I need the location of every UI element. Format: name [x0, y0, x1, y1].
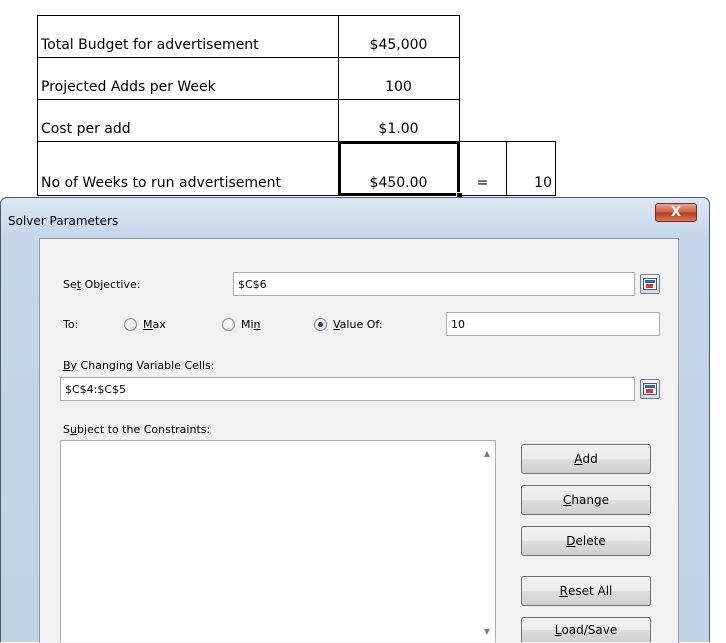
cell-text: No of Weeks to run advertisement — [41, 175, 282, 191]
cell-label-budget[interactable]: Total Budget for advertisement — [37, 15, 339, 58]
set-objective-input[interactable]: $C$6 — [233, 272, 635, 296]
to-label: To: — [63, 318, 79, 331]
close-icon: X — [670, 205, 682, 220]
range-select-icon — [643, 278, 657, 290]
radio-max[interactable]: Max — [124, 318, 166, 331]
cell-text: Total Budget for advertisement — [41, 37, 259, 53]
close-button[interactable]: X — [655, 203, 697, 222]
delete-button[interactable]: Delete — [521, 526, 651, 556]
cell-text: = — [476, 175, 489, 191]
cell-text: Projected Adds per Week — [41, 79, 216, 95]
constraints-listbox[interactable]: ▲ ▼ — [60, 440, 496, 642]
spreadsheet: Total Budget for advertisement $45,000 P… — [0, 0, 726, 200]
cell-value-weeks-selected[interactable]: $450.00 — [338, 141, 460, 196]
dialog-titlebar[interactable]: Solver Parameters X — [1, 198, 709, 236]
cell-equals[interactable]: = — [459, 141, 507, 196]
cell-label-weeks[interactable]: No of Weeks to run advertisement — [37, 141, 339, 196]
cell-value-adds[interactable]: 100 — [338, 57, 460, 100]
radio-value-of-label: Value Of: — [333, 318, 383, 331]
value-of-input[interactable]: 10 — [446, 312, 660, 336]
cell-text: Cost per add — [41, 121, 131, 137]
changing-cells-input[interactable]: $C$4:$C$5 — [60, 377, 635, 401]
reset-all-button[interactable]: Reset All — [521, 576, 651, 606]
cell-result[interactable]: 10 — [506, 141, 556, 196]
load-save-button[interactable]: Load/Save — [521, 617, 651, 642]
cell-text: $1.00 — [378, 121, 419, 137]
collapse-dialog-objective-button[interactable] — [640, 274, 660, 294]
cell-value-cost[interactable]: $1.00 — [338, 99, 460, 142]
input-value: $C$6 — [238, 277, 267, 291]
cell-label-adds[interactable]: Projected Adds per Week — [37, 57, 339, 100]
changing-cells-label: By Changing Variable Cells: — [63, 359, 215, 372]
range-select-icon — [643, 383, 657, 395]
radio-max-circle[interactable] — [124, 318, 137, 331]
radio-min[interactable]: Min — [222, 318, 261, 331]
radio-value-of-circle[interactable] — [314, 318, 327, 331]
cell-text: $45,000 — [369, 37, 428, 53]
cell-text: $450.00 — [369, 175, 428, 191]
radio-max-label: Max — [143, 318, 166, 331]
radio-value-of[interactable]: Value Of: — [314, 318, 383, 331]
dialog-title: Solver Parameters — [8, 214, 119, 228]
add-button[interactable]: Add — [521, 444, 651, 474]
scroll-up-icon[interactable]: ▲ — [484, 449, 490, 458]
constraints-label: Subject to the Constraints: — [63, 423, 211, 436]
cell-label-cost[interactable]: Cost per add — [37, 99, 339, 142]
set-objective-label: Set Objective: — [63, 278, 141, 291]
cell-text: 10 — [534, 175, 552, 191]
scroll-down-icon[interactable]: ▼ — [484, 627, 490, 636]
input-value: 10 — [451, 317, 465, 331]
radio-min-label: Min — [241, 318, 261, 331]
change-button[interactable]: Change — [521, 485, 651, 515]
input-value: $C$4:$C$5 — [65, 382, 127, 396]
cell-value-budget[interactable]: $45,000 — [338, 15, 460, 58]
cell-text: 100 — [385, 79, 412, 95]
collapse-dialog-changing-button[interactable] — [640, 379, 660, 399]
radio-min-circle[interactable] — [222, 318, 235, 331]
